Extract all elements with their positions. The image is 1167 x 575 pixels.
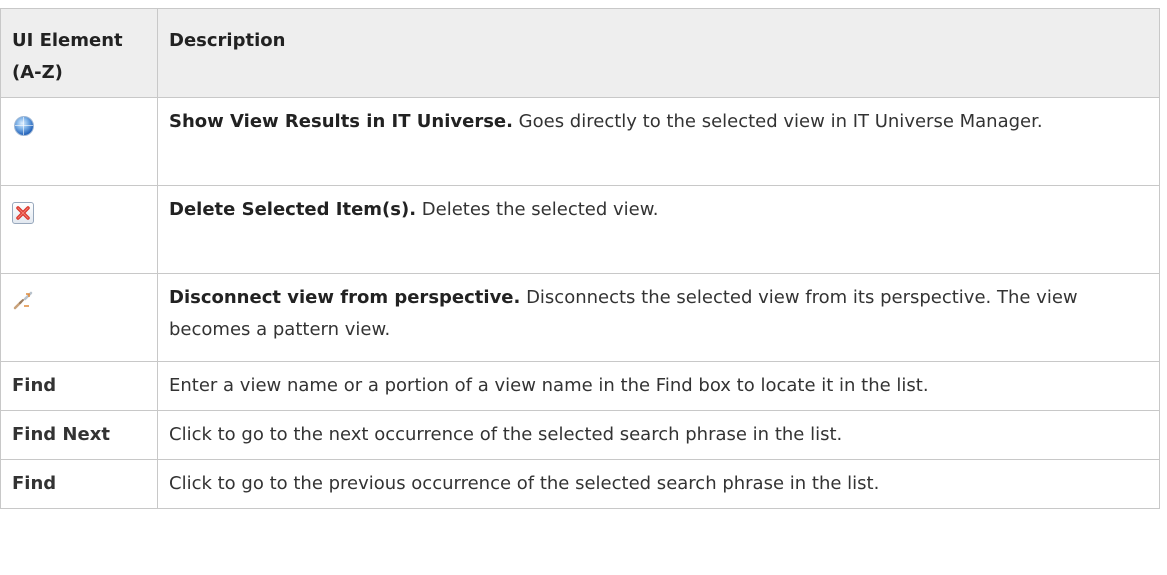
table-row: Find Click to go to the previous occurre… [0, 459, 1160, 509]
table-row: Find Next Click to go to the next occurr… [0, 410, 1160, 460]
description-cell: Show View Results in IT Universe. Goes d… [157, 97, 1160, 186]
description-cell: Disconnect view from perspective. Discon… [157, 273, 1160, 362]
element-cell [0, 273, 158, 362]
description-cell: Click to go to the next occurrence of th… [157, 410, 1160, 460]
table-row: Delete Selected Item(s). Deletes the sel… [0, 185, 1160, 274]
element-cell [0, 185, 158, 274]
ui-elements-table-container: UI Element (A-Z) Description Show View R… [0, 8, 1160, 509]
description-title: Delete Selected Item(s). [169, 199, 417, 220]
description-text: Deletes the selected view. [416, 199, 659, 220]
description-cell: Enter a view name or a portion of a view… [157, 361, 1160, 411]
description-cell: Delete Selected Item(s). Deletes the sel… [157, 185, 1160, 274]
element-cell [0, 97, 158, 186]
table-row: Disconnect view from perspective. Discon… [0, 273, 1160, 362]
description-text: Goes directly to the selected view in IT… [512, 111, 1043, 132]
description-cell: Click to go to the previous occurrence o… [157, 459, 1160, 509]
description-title: Disconnect view from perspective. [169, 287, 521, 308]
element-cell: Find Next [0, 410, 158, 460]
delete-icon [12, 202, 34, 224]
element-cell: Find [0, 459, 158, 509]
element-cell: Find [0, 361, 158, 411]
table-header-row: UI Element (A-Z) Description [0, 8, 1160, 98]
table-row: Show View Results in IT Universe. Goes d… [0, 97, 1160, 186]
ui-elements-table: UI Element (A-Z) Description Show View R… [0, 8, 1160, 509]
table-row: Find Enter a view name or a portion of a… [0, 361, 1160, 411]
disconnect-icon [12, 290, 34, 312]
globe-icon [12, 114, 34, 136]
header-description: Description [157, 8, 1160, 98]
header-ui-element: UI Element (A-Z) [0, 8, 158, 98]
description-title: Show View Results in IT Universe. [169, 111, 513, 132]
